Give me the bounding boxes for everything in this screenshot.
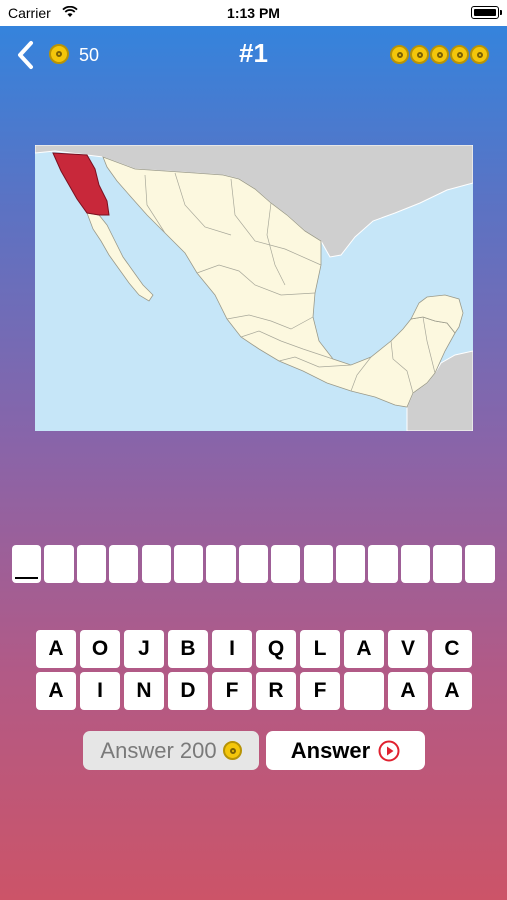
coin-icon <box>450 45 469 64</box>
letter-keyboard: A O J B I Q L A V C A I N D F R F A A <box>36 630 472 714</box>
answer-slot[interactable] <box>400 545 430 583</box>
answer-slot[interactable] <box>271 545 301 583</box>
answer-slot[interactable] <box>44 545 74 583</box>
letter-key[interactable]: F <box>212 672 252 710</box>
letter-key[interactable]: A <box>432 672 472 710</box>
play-video-icon <box>378 740 400 761</box>
coin-icon <box>390 45 409 64</box>
letter-key[interactable]: R <box>256 672 296 710</box>
letter-key[interactable]: V <box>388 630 428 668</box>
status-time: 1:13 PM <box>227 5 280 21</box>
letter-key[interactable]: Q <box>256 630 296 668</box>
status-bar: Carrier 1:13 PM <box>0 0 507 26</box>
coin-icon <box>470 45 489 64</box>
answer-slot[interactable] <box>109 545 139 583</box>
answer-slot[interactable] <box>238 545 269 583</box>
mexico-map <box>35 145 473 431</box>
coin-icon <box>410 45 429 64</box>
answer-with-coins-label: Answer 200 <box>100 737 217 763</box>
coin-icon <box>222 741 242 760</box>
coin-icon <box>430 45 449 64</box>
letter-key[interactable]: I <box>212 630 252 668</box>
letter-key[interactable]: I <box>80 672 120 710</box>
letter-key[interactable]: A <box>388 672 428 710</box>
answer-slot[interactable] <box>368 545 398 583</box>
letter-key[interactable]: A <box>344 630 384 668</box>
answer-slot[interactable] <box>76 545 107 583</box>
letter-key[interactable]: A <box>36 672 76 710</box>
answer-slot[interactable] <box>173 545 204 583</box>
answer-slot[interactable] <box>206 545 236 583</box>
letter-key[interactable]: C <box>432 630 472 668</box>
battery-icon <box>471 6 502 19</box>
progress-coins <box>390 45 489 64</box>
letter-key[interactable]: D <box>168 672 208 710</box>
answer-slot[interactable] <box>335 545 366 583</box>
answer-slot[interactable] <box>12 545 42 583</box>
answer-slot[interactable] <box>303 545 333 583</box>
answer-slot[interactable] <box>141 545 171 583</box>
answer-with-video-label: Answer <box>290 737 371 763</box>
letter-key[interactable]: J <box>124 630 164 668</box>
answer-slot[interactable] <box>433 545 463 583</box>
answer-with-coins-button[interactable]: Answer 200 <box>83 731 259 770</box>
letter-key[interactable]: O <box>80 630 120 668</box>
letter-key[interactable]: L <box>300 630 340 668</box>
key-row: A O J B I Q L A V C <box>36 630 472 668</box>
answer-slot[interactable] <box>465 545 495 583</box>
key-row: A I N D F R F A A <box>36 672 472 710</box>
answer-slots <box>12 545 495 583</box>
letter-key[interactable]: B <box>168 630 208 668</box>
letter-key[interactable]: A <box>36 630 76 668</box>
letter-key[interactable]: N <box>124 672 164 710</box>
letter-key[interactable]: F <box>300 672 340 710</box>
letter-key-empty[interactable] <box>344 672 384 710</box>
answer-with-video-button[interactable]: Answer <box>266 731 425 770</box>
